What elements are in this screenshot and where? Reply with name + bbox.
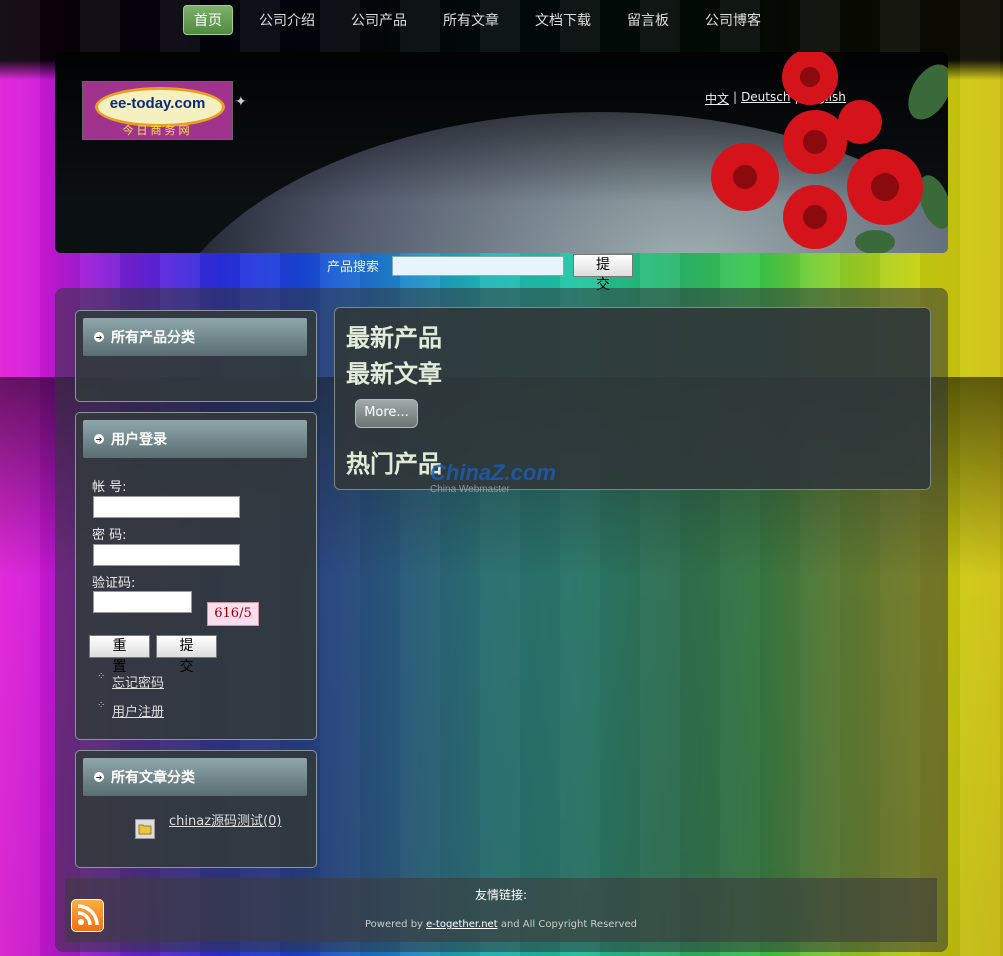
newest-articles-heading: 最新文章	[346, 359, 442, 388]
product-search-bar: 产品搜索 提 交	[327, 254, 634, 293]
search-submit-button[interactable]: 提 交	[573, 254, 634, 293]
folder-shape	[138, 824, 152, 835]
arrow-circle-icon: ➔	[94, 772, 104, 782]
reset-button[interactable]: 重 置	[89, 635, 150, 675]
chinaz-watermark: ChinaZ.com China Webmaster	[430, 460, 556, 495]
captcha-image[interactable]: 616/5	[207, 602, 259, 626]
newest-products-heading: 最新产品	[346, 323, 442, 352]
article-categories-title: 所有文章分类	[111, 770, 195, 786]
article-categories-header: ➔ 所有文章分类	[83, 758, 307, 796]
powered-suffix: and All Copyright Reserved	[497, 919, 637, 930]
captcha-label: 验证码:	[92, 576, 136, 591]
password-label: 密 码:	[92, 528, 127, 543]
nav-guestbook[interactable]: 留言板	[617, 6, 679, 34]
search-input[interactable]	[392, 255, 565, 276]
product-categories-title: 所有产品分类	[111, 330, 195, 346]
powered-link[interactable]: e-together.net	[426, 919, 498, 930]
logo-subtext: 今日商务网	[122, 124, 193, 137]
nav-home[interactable]: 首页	[183, 5, 233, 35]
nav-company-blog[interactable]: 公司博客	[695, 6, 771, 34]
sparkle-icon: ✦	[235, 94, 247, 110]
bullet-icon: ⁘	[97, 700, 106, 711]
nav-company-products[interactable]: 公司产品	[341, 6, 417, 34]
account-input[interactable]	[93, 496, 240, 518]
site-logo[interactable]: ee-today.com 今日商务网	[82, 81, 233, 140]
powered-by-text: Powered by e-together.net and All Copyri…	[65, 919, 937, 930]
arrow-circle-icon: ➔	[94, 434, 104, 444]
friend-links-label: 友情链接:	[474, 888, 528, 902]
user-login-title: 用户登录	[111, 432, 167, 448]
arrow-circle-icon: ➔	[94, 332, 104, 342]
roses-image	[711, 52, 948, 253]
nav-company-intro[interactable]: 公司介绍	[249, 6, 325, 34]
top-nav: 首页 公司介绍 公司产品 所有文章 文档下载 留言板 公司博客	[183, 5, 787, 35]
footer: 友情链接: Powered by e-together.net and All …	[65, 878, 937, 942]
bullet-icon: ⁘	[97, 671, 106, 682]
header-banner: ee-today.com 今日商务网 ✦ 中文 | Deutsch | Engl…	[55, 52, 948, 253]
logo-text: ee-today.com	[109, 95, 206, 112]
password-input[interactable]	[93, 544, 240, 566]
article-category-item[interactable]: chinaz源码测试(0)	[169, 810, 281, 829]
content-panel: 最新产品 最新文章 More... 热门产品	[334, 307, 931, 490]
product-categories-box: ➔ 所有产品分类	[75, 310, 317, 402]
account-label: 帐 号:	[92, 480, 127, 495]
user-login-box: ➔ 用户登录 帐 号: 密 码: 验证码: 616/5 重 置 提 交 ⁘ 忘记…	[75, 412, 317, 740]
nav-doc-download[interactable]: 文档下载	[525, 6, 601, 34]
rss-icon[interactable]	[71, 899, 104, 932]
hot-products-heading: 热门产品	[346, 449, 442, 478]
product-categories-header: ➔ 所有产品分类	[83, 318, 307, 356]
user-login-header: ➔ 用户登录	[83, 420, 307, 458]
search-label: 产品搜索	[327, 260, 380, 275]
article-categories-box: ➔ 所有文章分类 chinaz源码测试(0)	[75, 750, 317, 868]
watermark-brand: ChinaZ.com	[430, 460, 556, 485]
nav-all-articles[interactable]: 所有文章	[433, 6, 509, 34]
rss-glyph	[77, 904, 99, 926]
folder-icon	[135, 819, 155, 839]
more-button[interactable]: More...	[355, 399, 418, 428]
watermark-tagline: China Webmaster	[430, 484, 510, 495]
login-submit-button[interactable]: 提 交	[156, 635, 217, 675]
powered-prefix: Powered by	[365, 919, 427, 930]
captcha-input[interactable]	[93, 591, 192, 613]
register-link[interactable]: 用户注册	[112, 701, 164, 720]
forgot-password-link[interactable]: 忘记密码	[112, 672, 164, 691]
